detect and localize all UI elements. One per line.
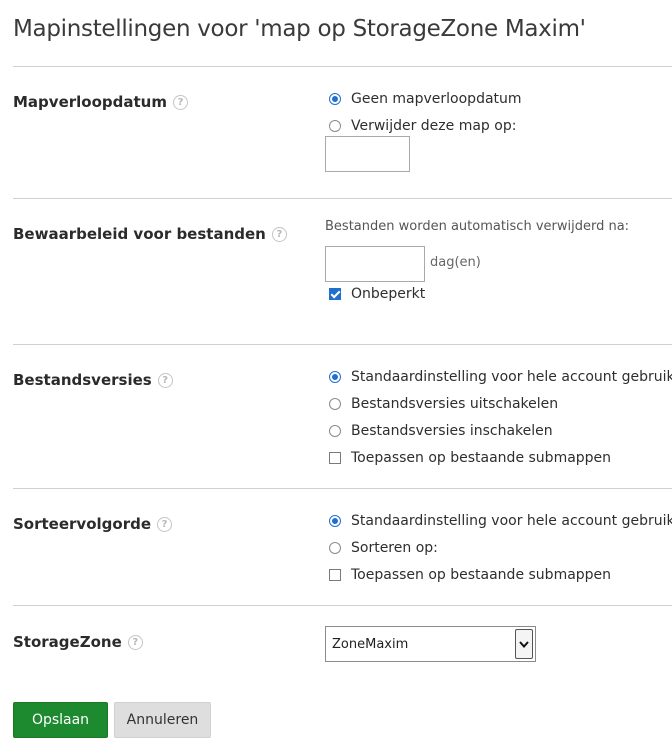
sort-label-text: Sorteervolgorde: [13, 515, 151, 533]
versions-label-text: Bestandsversies: [13, 371, 152, 389]
retention-unit: dag(en): [430, 255, 481, 270]
help-icon[interactable]: ?: [127, 634, 143, 650]
expiration-date-input[interactable]: [325, 136, 410, 172]
radio-delete-on-date[interactable]: Verwijder deze map op:: [329, 118, 516, 134]
radio-button[interactable]: [329, 371, 341, 383]
checkbox-label: Toepassen op bestaande submappen: [351, 450, 612, 466]
radio-button[interactable]: [329, 398, 341, 410]
cancel-button[interactable]: Annuleren: [114, 702, 211, 738]
radio-versions-default[interactable]: Standaardinstelling voor hele account ge…: [329, 369, 672, 385]
checkbox-label: Toepassen op bestaande submappen: [351, 567, 612, 583]
radio-label: Bestandsversies inschakelen: [351, 423, 553, 439]
section-divider: [13, 488, 672, 489]
storagezone-select-value: ZoneMaxim: [332, 636, 409, 652]
retention-label-text: Bewaarbeleid voor bestanden: [13, 225, 266, 243]
checkbox[interactable]: [329, 452, 341, 464]
checkbox[interactable]: [329, 569, 341, 581]
checkbox-versions-apply-subfolders[interactable]: Toepassen op bestaande submappen: [329, 450, 611, 466]
radio-label: Standaardinstelling voor hele account ge…: [351, 369, 672, 385]
radio-versions-disable[interactable]: Bestandsversies uitschakelen: [329, 396, 558, 412]
checkbox[interactable]: [329, 288, 341, 300]
page-title: Mapinstellingen voor 'map op StorageZone…: [13, 16, 586, 42]
section-divider: [13, 66, 672, 67]
checkbox-label: Onbeperkt: [351, 286, 426, 302]
radio-sort-by[interactable]: Sorteren op:: [329, 540, 438, 556]
radio-label: Verwijder deze map op:: [351, 118, 517, 134]
retention-days-input[interactable]: [325, 246, 425, 282]
section-divider: [13, 344, 672, 345]
radio-versions-enable[interactable]: Bestandsversies inschakelen: [329, 423, 553, 439]
radio-button[interactable]: [329, 515, 341, 527]
save-button[interactable]: Opslaan: [13, 702, 108, 738]
expiration-label-text: Mapverloopdatum: [13, 93, 167, 111]
help-icon[interactable]: ?: [157, 372, 173, 388]
checkbox-sort-apply-subfolders[interactable]: Toepassen op bestaande submappen: [329, 567, 611, 583]
radio-button[interactable]: [329, 425, 341, 437]
help-icon[interactable]: ?: [271, 226, 287, 242]
checkbox-unlimited[interactable]: Onbeperkt: [329, 286, 425, 302]
expiration-label: Mapverloopdatum ?: [13, 93, 188, 111]
retention-note: Bestanden worden automatisch verwijderd …: [325, 219, 630, 234]
section-divider: [13, 605, 672, 606]
radio-button[interactable]: [329, 93, 341, 105]
retention-label: Bewaarbeleid voor bestanden ?: [13, 225, 287, 243]
radio-label: Sorteren op:: [351, 540, 438, 556]
versions-label: Bestandsversies ?: [13, 371, 173, 389]
help-icon[interactable]: ?: [157, 516, 172, 532]
help-icon[interactable]: ?: [172, 94, 188, 110]
storagezone-select[interactable]: ZoneMaxim: [325, 626, 536, 662]
radio-label: Standaardinstelling voor hele account ge…: [351, 513, 672, 529]
radio-label: Geen mapverloopdatum: [351, 91, 522, 107]
storagezone-label-text: StorageZone: [13, 633, 122, 651]
storagezone-label: StorageZone ?: [13, 633, 143, 651]
section-divider: [13, 198, 672, 199]
radio-no-expiration[interactable]: Geen mapverloopdatum: [329, 91, 522, 107]
sort-label: Sorteervolgorde ?: [13, 515, 172, 533]
chevron-down-icon[interactable]: [515, 629, 533, 659]
radio-sort-default[interactable]: Standaardinstelling voor hele account ge…: [329, 513, 672, 529]
radio-button[interactable]: [329, 120, 341, 132]
radio-label: Bestandsversies uitschakelen: [351, 396, 559, 412]
radio-button[interactable]: [329, 542, 341, 554]
